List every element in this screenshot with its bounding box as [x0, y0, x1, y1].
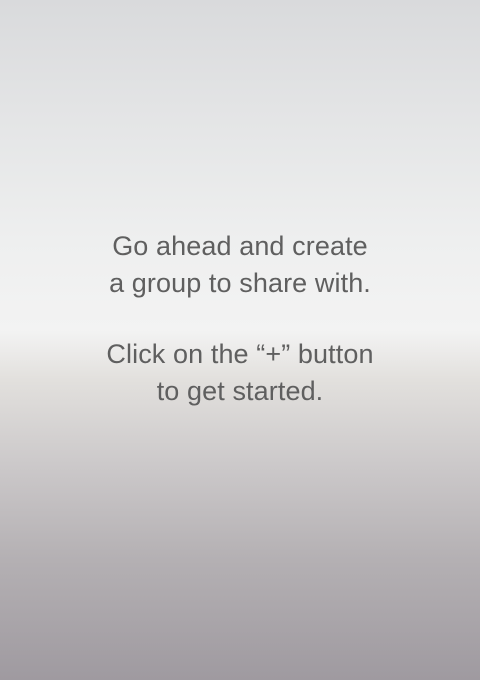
empty-state-line-4: to get started.	[156, 376, 324, 406]
empty-state-message: Go ahead and create a group to share wit…	[0, 228, 480, 410]
empty-state-line-2: a group to share with.	[109, 268, 371, 298]
empty-state-line-3: Click on the “+” button	[106, 339, 374, 369]
empty-state-line-1: Go ahead and create	[112, 231, 368, 261]
empty-state-screen: Go ahead and create a group to share wit…	[0, 0, 480, 680]
